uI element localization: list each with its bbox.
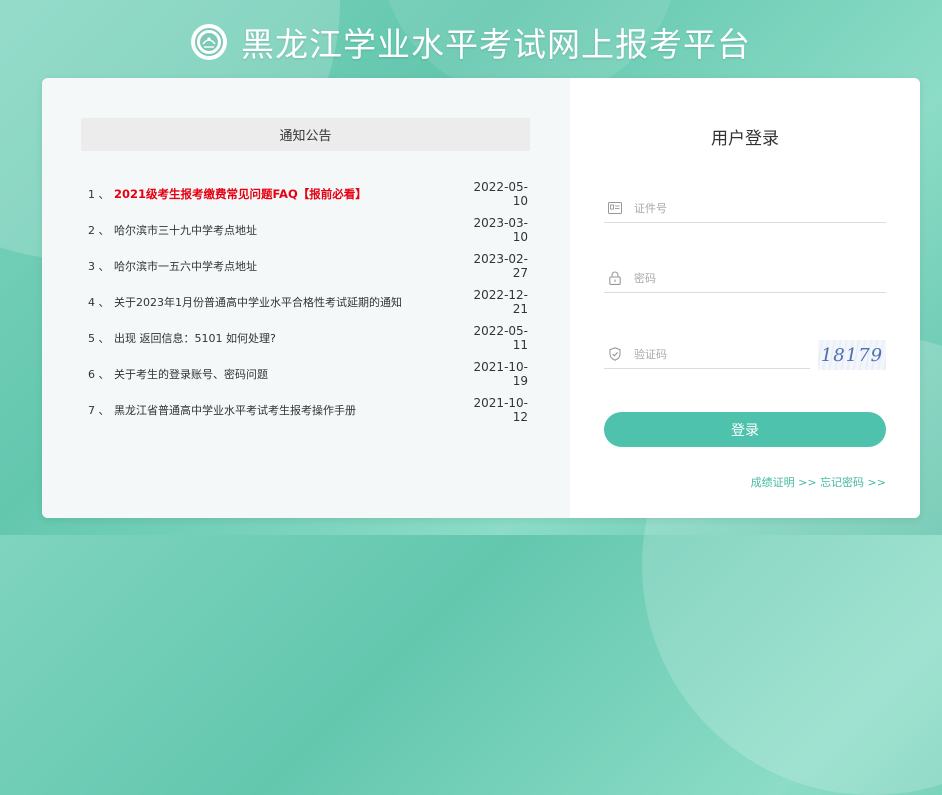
notice-title[interactable]: 2021级考生报考缴费常见问题FAQ【报前必看】 xyxy=(114,186,462,202)
notice-item[interactable]: 2 、 哈尔滨市三十九中学考点地址 2023-03-10 xyxy=(88,212,528,248)
id-number-input[interactable] xyxy=(632,195,886,221)
notice-date: 2022-05-10 xyxy=(473,180,528,208)
notice-number: 2 、 xyxy=(88,224,110,237)
notice-date: 2023-03-10 xyxy=(473,216,528,244)
notice-item[interactable]: 1 、 2021级考生报考缴费常见问题FAQ【报前必看】 2022-05-10 xyxy=(88,176,528,212)
notice-number: 4 、 xyxy=(88,296,110,309)
notice-panel: 通知公告 1 、 2021级考生报考缴费常见问题FAQ【报前必看】 2022-0… xyxy=(42,78,570,518)
notice-date: 2022-12-21 xyxy=(473,288,528,316)
notice-item[interactable]: 3 、 哈尔滨市一五六中学考点地址 2023-02-27 xyxy=(88,248,528,284)
notice-date: 2021-10-12 xyxy=(473,396,528,424)
notice-number: 6 、 xyxy=(88,368,110,381)
notice-title[interactable]: 哈尔滨市一五六中学考点地址 xyxy=(114,258,462,274)
footer-links: 成绩证明 >> 忘记密码 >> xyxy=(751,474,886,490)
notice-number: 5 、 xyxy=(88,332,110,345)
password-input[interactable] xyxy=(632,265,886,291)
notice-item[interactable]: 5 、 出现 返回信息：5101 如何处理? 2022-05-11 xyxy=(88,320,528,356)
notice-item[interactable]: 6 、 关于考生的登录账号、密码问题 2021-10-19 xyxy=(88,356,528,392)
notice-header: 通知公告 xyxy=(81,118,530,151)
notice-title[interactable]: 哈尔滨市三十九中学考点地址 xyxy=(114,222,462,238)
notice-title[interactable]: 关于考生的登录账号、密码问题 xyxy=(114,366,462,382)
emblem-icon xyxy=(191,24,227,60)
login-button[interactable]: 登录 xyxy=(604,412,886,447)
login-title: 用户登录 xyxy=(711,129,779,149)
captcha-image[interactable]: 18179 xyxy=(818,340,886,370)
main-card: 通知公告 1 、 2021级考生报考缴费常见问题FAQ【报前必看】 2022-0… xyxy=(42,78,920,518)
password-field xyxy=(604,264,886,293)
notice-title[interactable]: 关于2023年1月份普通高中学业水平合格性考试延期的通知 xyxy=(114,294,462,310)
site-header: 黑龙江学业水平考试网上报考平台 xyxy=(0,14,942,70)
captcha-input[interactable] xyxy=(632,341,810,367)
notice-item[interactable]: 7 、 黑龙江省普通高中学业水平考试考生报考操作手册 2021-10-12 xyxy=(88,392,528,428)
notice-number: 1 、 xyxy=(88,188,110,201)
notice-date: 2022-05-11 xyxy=(473,324,528,352)
captcha-field xyxy=(604,340,810,369)
notice-item[interactable]: 4 、 关于2023年1月份普通高中学业水平合格性考试延期的通知 2022-12… xyxy=(88,284,528,320)
notice-number: 3 、 xyxy=(88,260,110,273)
forgot-password-link[interactable]: 忘记密码 >> xyxy=(820,476,886,489)
notice-title[interactable]: 黑龙江省普通高中学业水平考试考生报考操作手册 xyxy=(114,402,462,418)
id-number-field xyxy=(604,194,886,223)
login-panel: 用户登录 证件号 验证码 18179 登录 成绩证明 >> 忘记密码 >> xyxy=(570,78,920,518)
notice-list: 1 、 2021级考生报考缴费常见问题FAQ【报前必看】 2022-05-10 … xyxy=(88,176,528,428)
site-title: 黑龙江学业水平考试网上报考平台 xyxy=(241,25,751,64)
notice-number: 7 、 xyxy=(88,404,110,417)
notice-date: 2023-02-27 xyxy=(473,252,528,280)
shield-check-icon xyxy=(606,345,624,363)
lock-icon xyxy=(606,269,624,287)
notice-title[interactable]: 出现 返回信息：5101 如何处理? xyxy=(114,330,462,346)
id-card-icon xyxy=(606,199,624,217)
score-certificate-link[interactable]: 成绩证明 >> xyxy=(751,476,817,489)
notice-date: 2021-10-19 xyxy=(473,360,528,388)
